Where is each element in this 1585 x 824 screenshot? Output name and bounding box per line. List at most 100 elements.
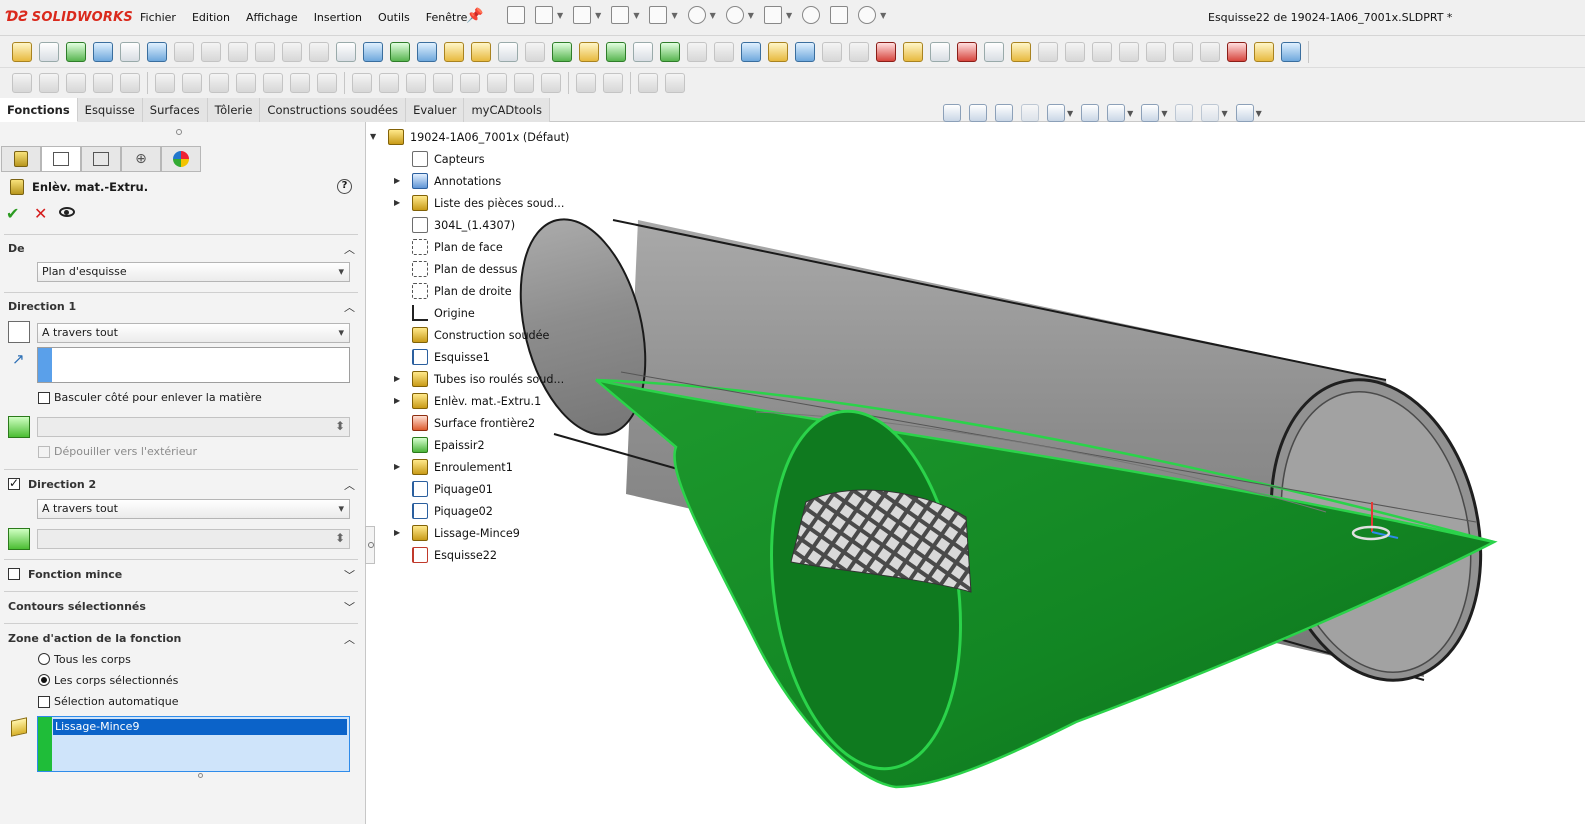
toolbar-tool-icon[interactable] (201, 41, 221, 62)
toolbar-tool-icon[interactable] (1281, 41, 1301, 62)
bodies-selection-box[interactable]: Lissage-Mince9 (37, 716, 350, 772)
toolbar-tool-icon[interactable] (282, 41, 302, 62)
toolbar-tool-icon[interactable] (433, 73, 453, 93)
toolbar-tool-icon[interactable] (155, 73, 175, 93)
toolbar-tool-icon[interactable] (603, 73, 623, 93)
toolbar-tool-icon[interactable] (93, 73, 113, 93)
direction-1-selection-box[interactable] (37, 347, 350, 383)
tree-item-origine[interactable]: Origine (412, 303, 475, 323)
tab-esquisse[interactable]: Esquisse (77, 98, 143, 122)
toolbar-tool-icon[interactable] (1200, 41, 1220, 62)
tab-tolerie[interactable]: Tôlerie (207, 98, 261, 122)
toolbar-tool-icon[interactable] (606, 41, 626, 62)
toolbar-tool-icon[interactable] (317, 73, 337, 93)
tree-item-plan-de-droite[interactable]: Plan de droite (412, 281, 512, 301)
tree-item-construction-soudee[interactable]: Construction soudée (412, 325, 549, 345)
expand-arrow-icon[interactable]: ▶ (394, 528, 400, 537)
tab-property-manager[interactable] (41, 146, 81, 172)
toolbar-tool-icon[interactable] (379, 73, 399, 93)
menu-fenetre[interactable]: Fenêtre (426, 11, 468, 24)
toolbar-tool-icon[interactable] (174, 41, 194, 62)
chevron-up-icon[interactable]: ︿ (344, 241, 355, 257)
draft-icon[interactable] (8, 416, 30, 438)
toolbar-tool-icon[interactable] (417, 41, 437, 62)
file-properties-icon[interactable] (830, 6, 849, 24)
toolbar-tool-icon[interactable] (514, 73, 534, 93)
toolbar-tool-icon[interactable] (633, 41, 653, 62)
toolbar-tool-icon[interactable] (957, 41, 977, 62)
draft-2-icon[interactable] (8, 528, 30, 550)
toolbar-tool-icon[interactable] (498, 41, 518, 62)
toolbar-tool-icon[interactable] (1119, 41, 1139, 62)
toolbar-tool-icon[interactable] (120, 73, 140, 93)
menu-insertion[interactable]: Insertion (314, 11, 362, 24)
from-combo[interactable]: Plan d'esquisse (37, 262, 350, 282)
toolbar-tool-icon[interactable] (147, 41, 167, 62)
chevron-down-icon[interactable]: ▼ (1161, 109, 1167, 118)
toolbar-tool-icon[interactable] (552, 41, 572, 62)
toolbar-tool-icon[interactable] (255, 41, 275, 62)
toolbar-tool-icon[interactable] (525, 41, 545, 62)
toolbar-tool-icon[interactable] (795, 41, 815, 62)
zoom-to-area-icon[interactable] (969, 104, 987, 122)
toolbar-tool-icon[interactable] (444, 41, 464, 62)
chevron-down-icon[interactable]: ﹀ (344, 599, 355, 615)
toolbar-tool-icon[interactable] (1011, 41, 1031, 62)
toolbar-tool-icon[interactable] (1173, 41, 1193, 62)
end-condition-2-combo[interactable]: A travers tout (37, 499, 350, 519)
menu-affichage[interactable]: Affichage (246, 11, 298, 24)
toolbar-tool-icon[interactable] (660, 41, 680, 62)
toolbar-tool-icon[interactable] (352, 73, 372, 93)
rebuild-icon[interactable] (802, 6, 821, 24)
tree-item-capteurs[interactable]: Capteurs (412, 149, 485, 169)
tree-item-piquage01[interactable]: Piquage01 (412, 479, 493, 499)
selected-bodies-radio[interactable] (38, 674, 50, 686)
selected-body-item[interactable]: Lissage-Mince9 (53, 719, 347, 735)
toolbar-tool-icon[interactable] (66, 41, 86, 62)
toolbar-tool-icon[interactable] (1038, 41, 1058, 62)
tree-item-surface-frontiere[interactable]: Surface frontière2 (412, 413, 535, 433)
section-view-icon[interactable] (1021, 104, 1039, 122)
expand-arrow-icon[interactable]: ▶ (394, 176, 400, 185)
save-icon[interactable] (611, 6, 630, 24)
expand-arrow-icon[interactable]: ▶ (394, 396, 400, 405)
group-direction1-title[interactable]: Direction 1 (8, 300, 76, 313)
tree-item-plan-de-dessus[interactable]: Plan de dessus (412, 259, 517, 279)
menu-outils[interactable]: Outils (378, 11, 410, 24)
toolbar-tool-icon[interactable] (182, 73, 202, 93)
thin-feature-checkbox[interactable] (8, 568, 20, 580)
draft-angle-1-spinner[interactable] (37, 417, 350, 437)
chevron-up-icon[interactable]: ︿ (344, 299, 355, 315)
view-settings-icon[interactable] (1201, 104, 1220, 122)
toolbar-tool-icon[interactable] (406, 73, 426, 93)
expand-arrow-icon[interactable]: ▶ (394, 374, 400, 383)
tree-item-esquisse22[interactable]: Esquisse22 (412, 545, 497, 565)
toolbar-tool-icon[interactable] (541, 73, 561, 93)
toolbar-tool-icon[interactable] (741, 41, 761, 62)
chevron-down-icon[interactable]: ▼ (557, 11, 563, 20)
toolbar-tool-icon[interactable] (487, 73, 507, 93)
toolbar-tool-icon[interactable] (120, 41, 140, 62)
tree-item-enroulement[interactable]: Enroulement1 (412, 457, 513, 477)
tab-display-manager[interactable] (161, 146, 201, 172)
menu-edition[interactable]: Edition (192, 11, 230, 24)
chevron-down-icon[interactable]: ▼ (1067, 109, 1073, 118)
toolbar-tool-icon[interactable] (638, 73, 658, 93)
toolbar-tool-icon[interactable] (714, 41, 734, 62)
chevron-down-icon[interactable]: ▼ (671, 11, 677, 20)
toolbar-tool-icon[interactable] (471, 41, 491, 62)
edit-sketch-icon[interactable] (12, 41, 32, 62)
print-icon[interactable] (649, 6, 668, 24)
chevron-down-icon[interactable]: ▼ (786, 11, 792, 20)
tab-fonctions[interactable]: Fonctions (0, 98, 78, 122)
toolbar-tool-icon[interactable] (209, 73, 229, 93)
display-style-icon[interactable] (1081, 104, 1100, 122)
chevron-down-icon[interactable]: ▼ (710, 11, 716, 20)
open-icon[interactable] (573, 6, 592, 24)
group-feature-scope-title[interactable]: Zone d'action de la fonction (8, 632, 181, 645)
tab-constructions-soudees[interactable]: Constructions soudées (260, 98, 407, 122)
home-icon[interactable] (507, 6, 525, 24)
all-bodies-radio[interactable] (38, 653, 50, 665)
help-icon[interactable]: ? (337, 179, 352, 194)
ok-button[interactable]: ✔ (6, 204, 19, 223)
